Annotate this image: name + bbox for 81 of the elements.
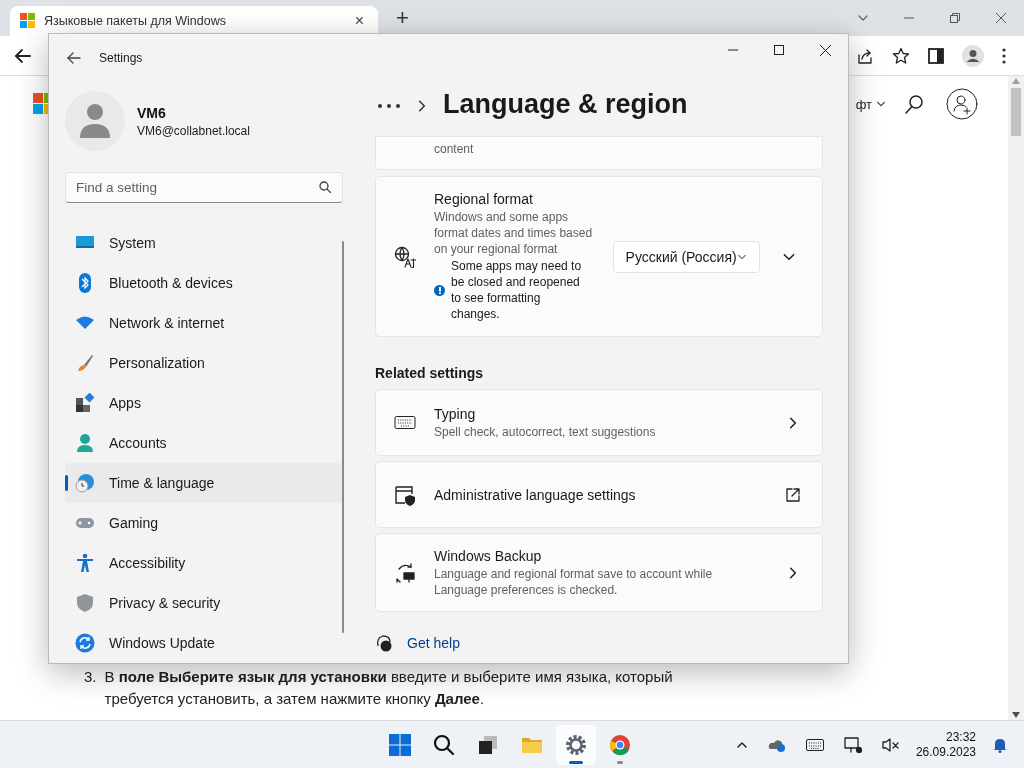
nav-item[interactable]: Windows Update	[65, 623, 343, 663]
section-heading: Related settings	[375, 365, 485, 381]
card-title: Regional format	[434, 191, 534, 207]
browser-icon	[609, 733, 631, 756]
nav-item[interactable]: Accessibility	[65, 543, 343, 583]
settings-card[interactable]: Typing Spell check, autocorrect, text suggestions	[375, 389, 823, 456]
more-icon	[1002, 47, 1006, 64]
card-description: Language and regional format save to account while Language preferences is checked.	[434, 565, 714, 598]
scrollbar[interactable]	[1008, 76, 1024, 720]
card-description: Windows and some apps format dates and times based on your regional format	[434, 209, 594, 257]
nav-item[interactable]: Apps	[65, 383, 343, 423]
card-title: Administrative language settings	[434, 486, 637, 503]
new-tab-button[interactable]: +	[390, 4, 415, 32]
globe-clock-icon	[75, 473, 95, 493]
close-icon	[996, 13, 1006, 23]
favicon-icon	[20, 13, 36, 29]
chevron-down-icon	[876, 99, 886, 109]
warning-note: Some apps may need to be closed and reopened to see formatting changes.	[451, 258, 583, 322]
tab-close-button[interactable]: ×	[350, 12, 368, 30]
language-icon	[394, 245, 416, 268]
format-dropdown[interactable]: Русский (Россия)	[612, 240, 760, 273]
card-description: Spell check, autocorrect, text suggestions	[434, 423, 657, 440]
external-link-icon	[786, 487, 800, 502]
settings-card[interactable]: Administrative language settings	[375, 461, 823, 528]
keyboard-icon	[805, 737, 824, 752]
instruction-text: В поле Выберите язык для установки введите и выберите имя языка, который требуется установить, а затем нажмите кнопку Далее.	[104, 667, 674, 709]
nav-item[interactable]: Privacy & security	[65, 583, 343, 623]
scrollbar-thumb[interactable]	[1011, 88, 1021, 136]
start-icon	[389, 733, 411, 756]
exclaim-mark	[438, 286, 441, 294]
help-icon	[375, 634, 393, 652]
close-icon	[819, 44, 831, 56]
user-email: VM6@collabnet.local	[137, 123, 250, 138]
sync-pc-icon	[394, 561, 416, 584]
browser-tab[interactable]: Языковые пакеты для Windows ×	[10, 6, 378, 36]
accessibility-icon	[75, 553, 95, 573]
clock[interactable]: 23:32 26.09.2023	[915, 729, 976, 760]
scroll-down-icon	[1012, 712, 1020, 718]
page-title: Language & region	[443, 88, 688, 120]
bell-icon	[992, 736, 1008, 753]
task-view-icon	[477, 733, 499, 756]
nav-item[interactable]: Personalization	[65, 343, 343, 383]
nav-item[interactable]: System	[65, 223, 343, 263]
sync-icon	[75, 633, 95, 653]
back-arrow-icon	[67, 50, 81, 65]
volume-muted-icon	[881, 736, 900, 753]
apps-icon	[75, 393, 95, 413]
back-arrow-icon	[14, 46, 32, 65]
tab-title: Языковые пакеты для Windows	[44, 14, 227, 28]
user-name: VM6	[137, 104, 167, 121]
network-icon	[843, 736, 862, 753]
menu-link[interactable]: фт	[855, 96, 886, 112]
side-panel-icon	[928, 47, 944, 64]
gear-icon	[565, 733, 587, 756]
search-icon	[904, 94, 924, 114]
scroll-up-icon	[1012, 78, 1020, 84]
nav-item[interactable]: Accounts	[65, 423, 343, 463]
card-description: content	[434, 141, 474, 157]
help-link[interactable]: Get help	[407, 635, 460, 651]
more-icon	[377, 103, 401, 109]
window-shield-icon	[394, 483, 416, 506]
star-icon	[892, 46, 910, 65]
card-title: Windows Backup	[434, 547, 543, 564]
person-icon	[80, 104, 110, 138]
maximize-icon	[774, 45, 784, 55]
card-title: Typing	[434, 405, 477, 422]
window-title: Settings	[99, 50, 143, 65]
person-icon	[75, 433, 95, 453]
keyboard-icon	[394, 414, 416, 431]
brush-icon	[75, 353, 95, 373]
search-field[interactable]: Find a setting	[65, 172, 343, 203]
nav-item[interactable]: Network & internet	[65, 303, 343, 343]
settings-card[interactable]: Windows Backup Language and regional format save to account while Language preferences is checked.	[375, 533, 823, 612]
search-icon	[319, 181, 331, 193]
shield-icon	[75, 593, 95, 613]
list-number: 3.	[84, 667, 97, 687]
avatar-icon	[962, 44, 984, 67]
search-icon	[433, 733, 455, 756]
restore-icon	[950, 13, 960, 23]
add-user-icon	[946, 88, 978, 120]
nav-item[interactable]: Time & language	[65, 463, 343, 503]
